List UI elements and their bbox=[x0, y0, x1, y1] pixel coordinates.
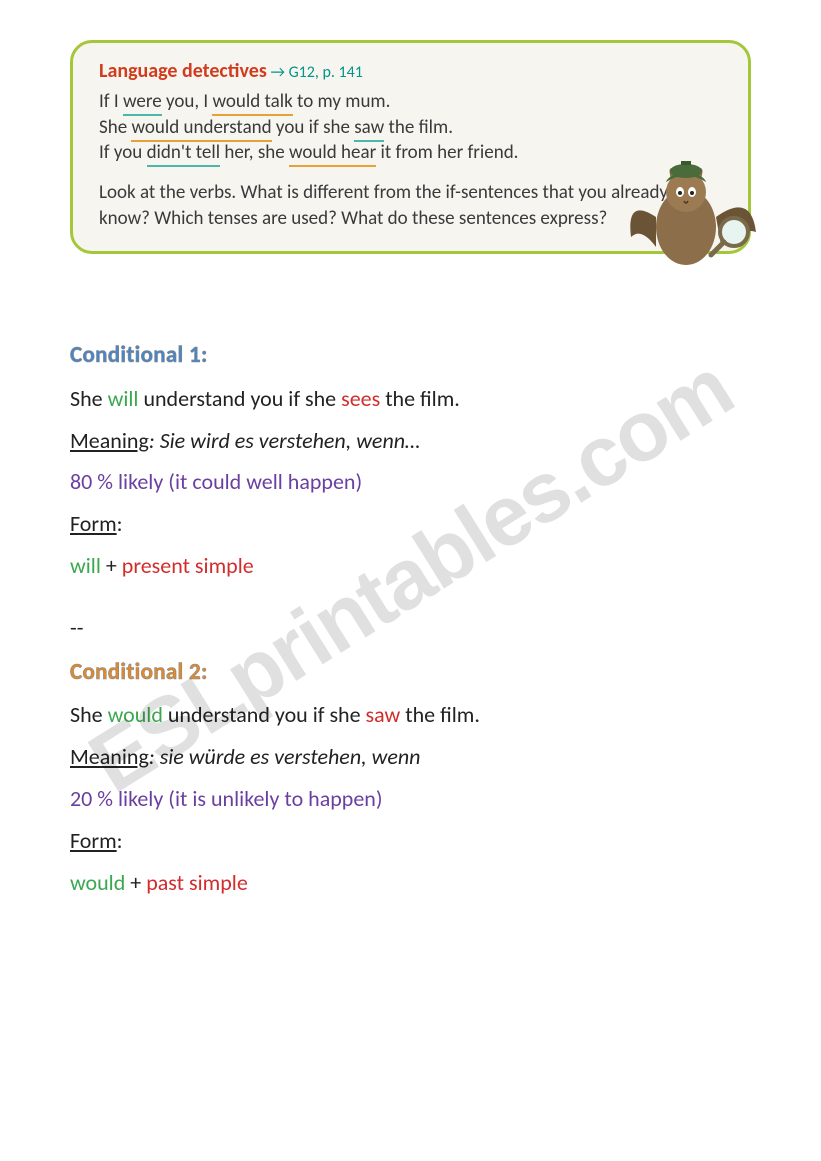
verb-sees: sees bbox=[341, 385, 380, 412]
conditional-1-heading: Conditional 1: bbox=[70, 334, 751, 378]
text: She bbox=[70, 701, 108, 728]
form-label: Form bbox=[70, 510, 117, 537]
meaning-text: : sie würde es verstehen, wenn bbox=[149, 743, 421, 770]
conditional-1-form: will + present simple bbox=[70, 545, 751, 587]
text: the film. bbox=[380, 385, 460, 412]
conditional-2-meaning: Meaning: sie würde es verstehen, wenn bbox=[70, 736, 751, 778]
text: If you bbox=[99, 141, 147, 164]
aux-would: would bbox=[108, 701, 163, 728]
text: understand you if she bbox=[138, 385, 341, 412]
form-tense: present simple bbox=[122, 552, 254, 579]
text: you if she bbox=[272, 116, 355, 139]
textbook-excerpt: Language detectives → G12, p. 141 If I w… bbox=[70, 40, 751, 254]
form-tense: past simple bbox=[146, 869, 248, 896]
form-aux: will bbox=[70, 552, 101, 579]
meaning-text: : Sie wird es verstehen, wenn… bbox=[149, 427, 420, 454]
meaning-label: Meaning bbox=[70, 743, 149, 770]
text: the film. bbox=[400, 701, 480, 728]
text: it from her friend. bbox=[376, 141, 518, 164]
conditional-2-form: would + past simple bbox=[70, 862, 751, 904]
conditional-1-form-label: Form: bbox=[70, 503, 751, 545]
text: you, I bbox=[162, 90, 213, 113]
text: the film. bbox=[384, 116, 453, 139]
form-aux: would bbox=[70, 869, 125, 896]
underline-would-hear: would hear bbox=[289, 141, 376, 167]
text: understand you if she bbox=[163, 701, 366, 728]
underline-saw: saw bbox=[354, 116, 384, 142]
underline-would-talk: would talk bbox=[212, 90, 292, 116]
textbook-heading: Language detectives → G12, p. 141 bbox=[99, 59, 722, 83]
aux-will: will bbox=[108, 385, 139, 412]
page: ESLprintables.com Language detectives → … bbox=[0, 0, 821, 1161]
textbook-reference: → G12, p. 141 bbox=[270, 63, 362, 82]
conditional-2-form-label: Form: bbox=[70, 820, 751, 862]
text: + bbox=[101, 552, 122, 579]
separator: -- bbox=[70, 607, 751, 649]
underline-would-understand: would understand bbox=[131, 116, 271, 142]
conditional-1-likelihood: 80 % likely (it could well happen) bbox=[70, 461, 751, 503]
text: She bbox=[70, 385, 108, 412]
text: to my mum. bbox=[293, 90, 391, 113]
conditional-2-example: She would understand you if she saw the … bbox=[70, 694, 751, 736]
verb-saw: saw bbox=[366, 701, 401, 728]
text: + bbox=[125, 869, 146, 896]
conditional-1-example: She will understand you if she sees the … bbox=[70, 378, 751, 420]
worksheet-content: Conditional 1: She will understand you i… bbox=[70, 334, 751, 903]
text: her, she bbox=[220, 141, 289, 164]
detective-bat-icon bbox=[616, 137, 766, 287]
example-sentence-1: If I were you, I would talk to my mum. bbox=[99, 89, 722, 115]
text: If I bbox=[99, 90, 123, 113]
underline-didnt-tell: didn't tell bbox=[147, 141, 221, 167]
underline-were: were bbox=[123, 90, 162, 116]
conditional-1-meaning: Meaning: Sie wird es verstehen, wenn… bbox=[70, 420, 751, 462]
conditional-2-heading: Conditional 2: bbox=[70, 651, 751, 695]
text: She bbox=[99, 116, 131, 139]
textbook-title: Language detectives bbox=[99, 59, 267, 83]
form-label: Form bbox=[70, 827, 117, 854]
meaning-label: Meaning bbox=[70, 427, 149, 454]
conditional-2-likelihood: 20 % likely (it is unlikely to happen) bbox=[70, 778, 751, 820]
